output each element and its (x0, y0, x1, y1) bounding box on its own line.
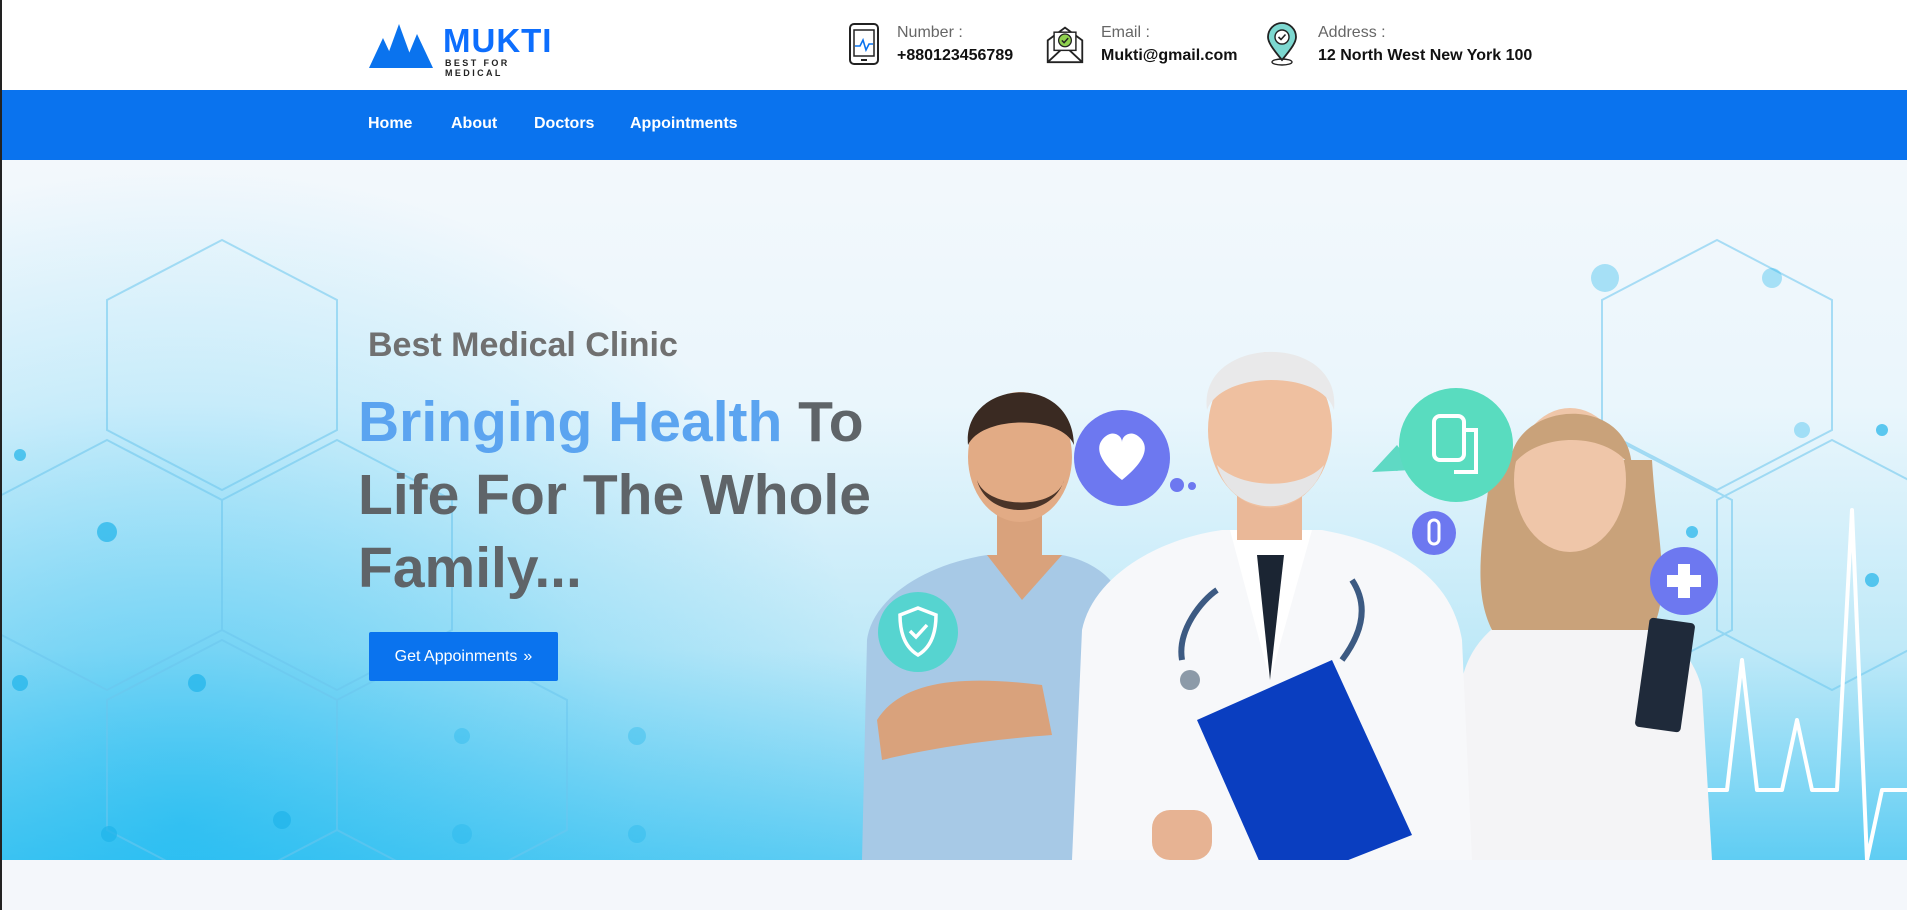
top-header: MUKTI BEST FOR MEDICAL Number : +8801234… (2, 0, 1907, 90)
logo-mark-icon (369, 24, 433, 68)
phone-tablet-icon (849, 23, 879, 65)
envelope-check-icon (1046, 26, 1084, 64)
get-appointments-button[interactable]: Get Appoinments » (369, 632, 558, 681)
brand-tagline: BEST FOR MEDICAL (445, 58, 510, 78)
heart-pulse-bubble (1074, 410, 1196, 506)
double-chevron-right-icon: » (523, 647, 533, 665)
contact-address-value: 12 North West New York 100 (1318, 47, 1533, 64)
medical-cross-bubble (1650, 547, 1718, 615)
main-nav: Home About Doctors Appointments (2, 90, 1907, 160)
contact-number-value[interactable]: +880123456789 (897, 47, 1013, 65)
contact-address-label: Address : (1318, 24, 1386, 41)
location-pin-icon (1267, 22, 1297, 66)
contact-number-label: Number : (897, 24, 963, 41)
iv-bag-bubble (1372, 388, 1513, 502)
get-appointments-label: Get Appoinments (394, 647, 518, 665)
logo[interactable]: MUKTI BEST FOR MEDICAL (369, 20, 569, 78)
nav-about[interactable]: About (451, 115, 497, 133)
nav-home[interactable]: Home (368, 115, 412, 133)
nav-doctors[interactable]: Doctors (534, 115, 594, 133)
test-tube-bubble (1412, 511, 1456, 555)
contact-email-value[interactable]: Mukti@gmail.com (1101, 47, 1238, 65)
doctors-illustration (862, 351, 1718, 860)
page-bottom-section (2, 860, 1907, 910)
contact-email-label: Email : (1101, 24, 1150, 41)
nav-appointments[interactable]: Appointments (630, 115, 738, 133)
hero-headline: Bringing Health To Life For The Whole Fa… (358, 386, 878, 605)
hero-headline-highlight: Bringing Health (358, 390, 783, 454)
shield-check-bubble (878, 592, 958, 672)
hero-subheading: Best Medical Clinic (368, 326, 678, 364)
brand-name: MUKTI (443, 22, 553, 59)
hero-banner: Best Medical Clinic Bringing Health To L… (2, 160, 1907, 860)
